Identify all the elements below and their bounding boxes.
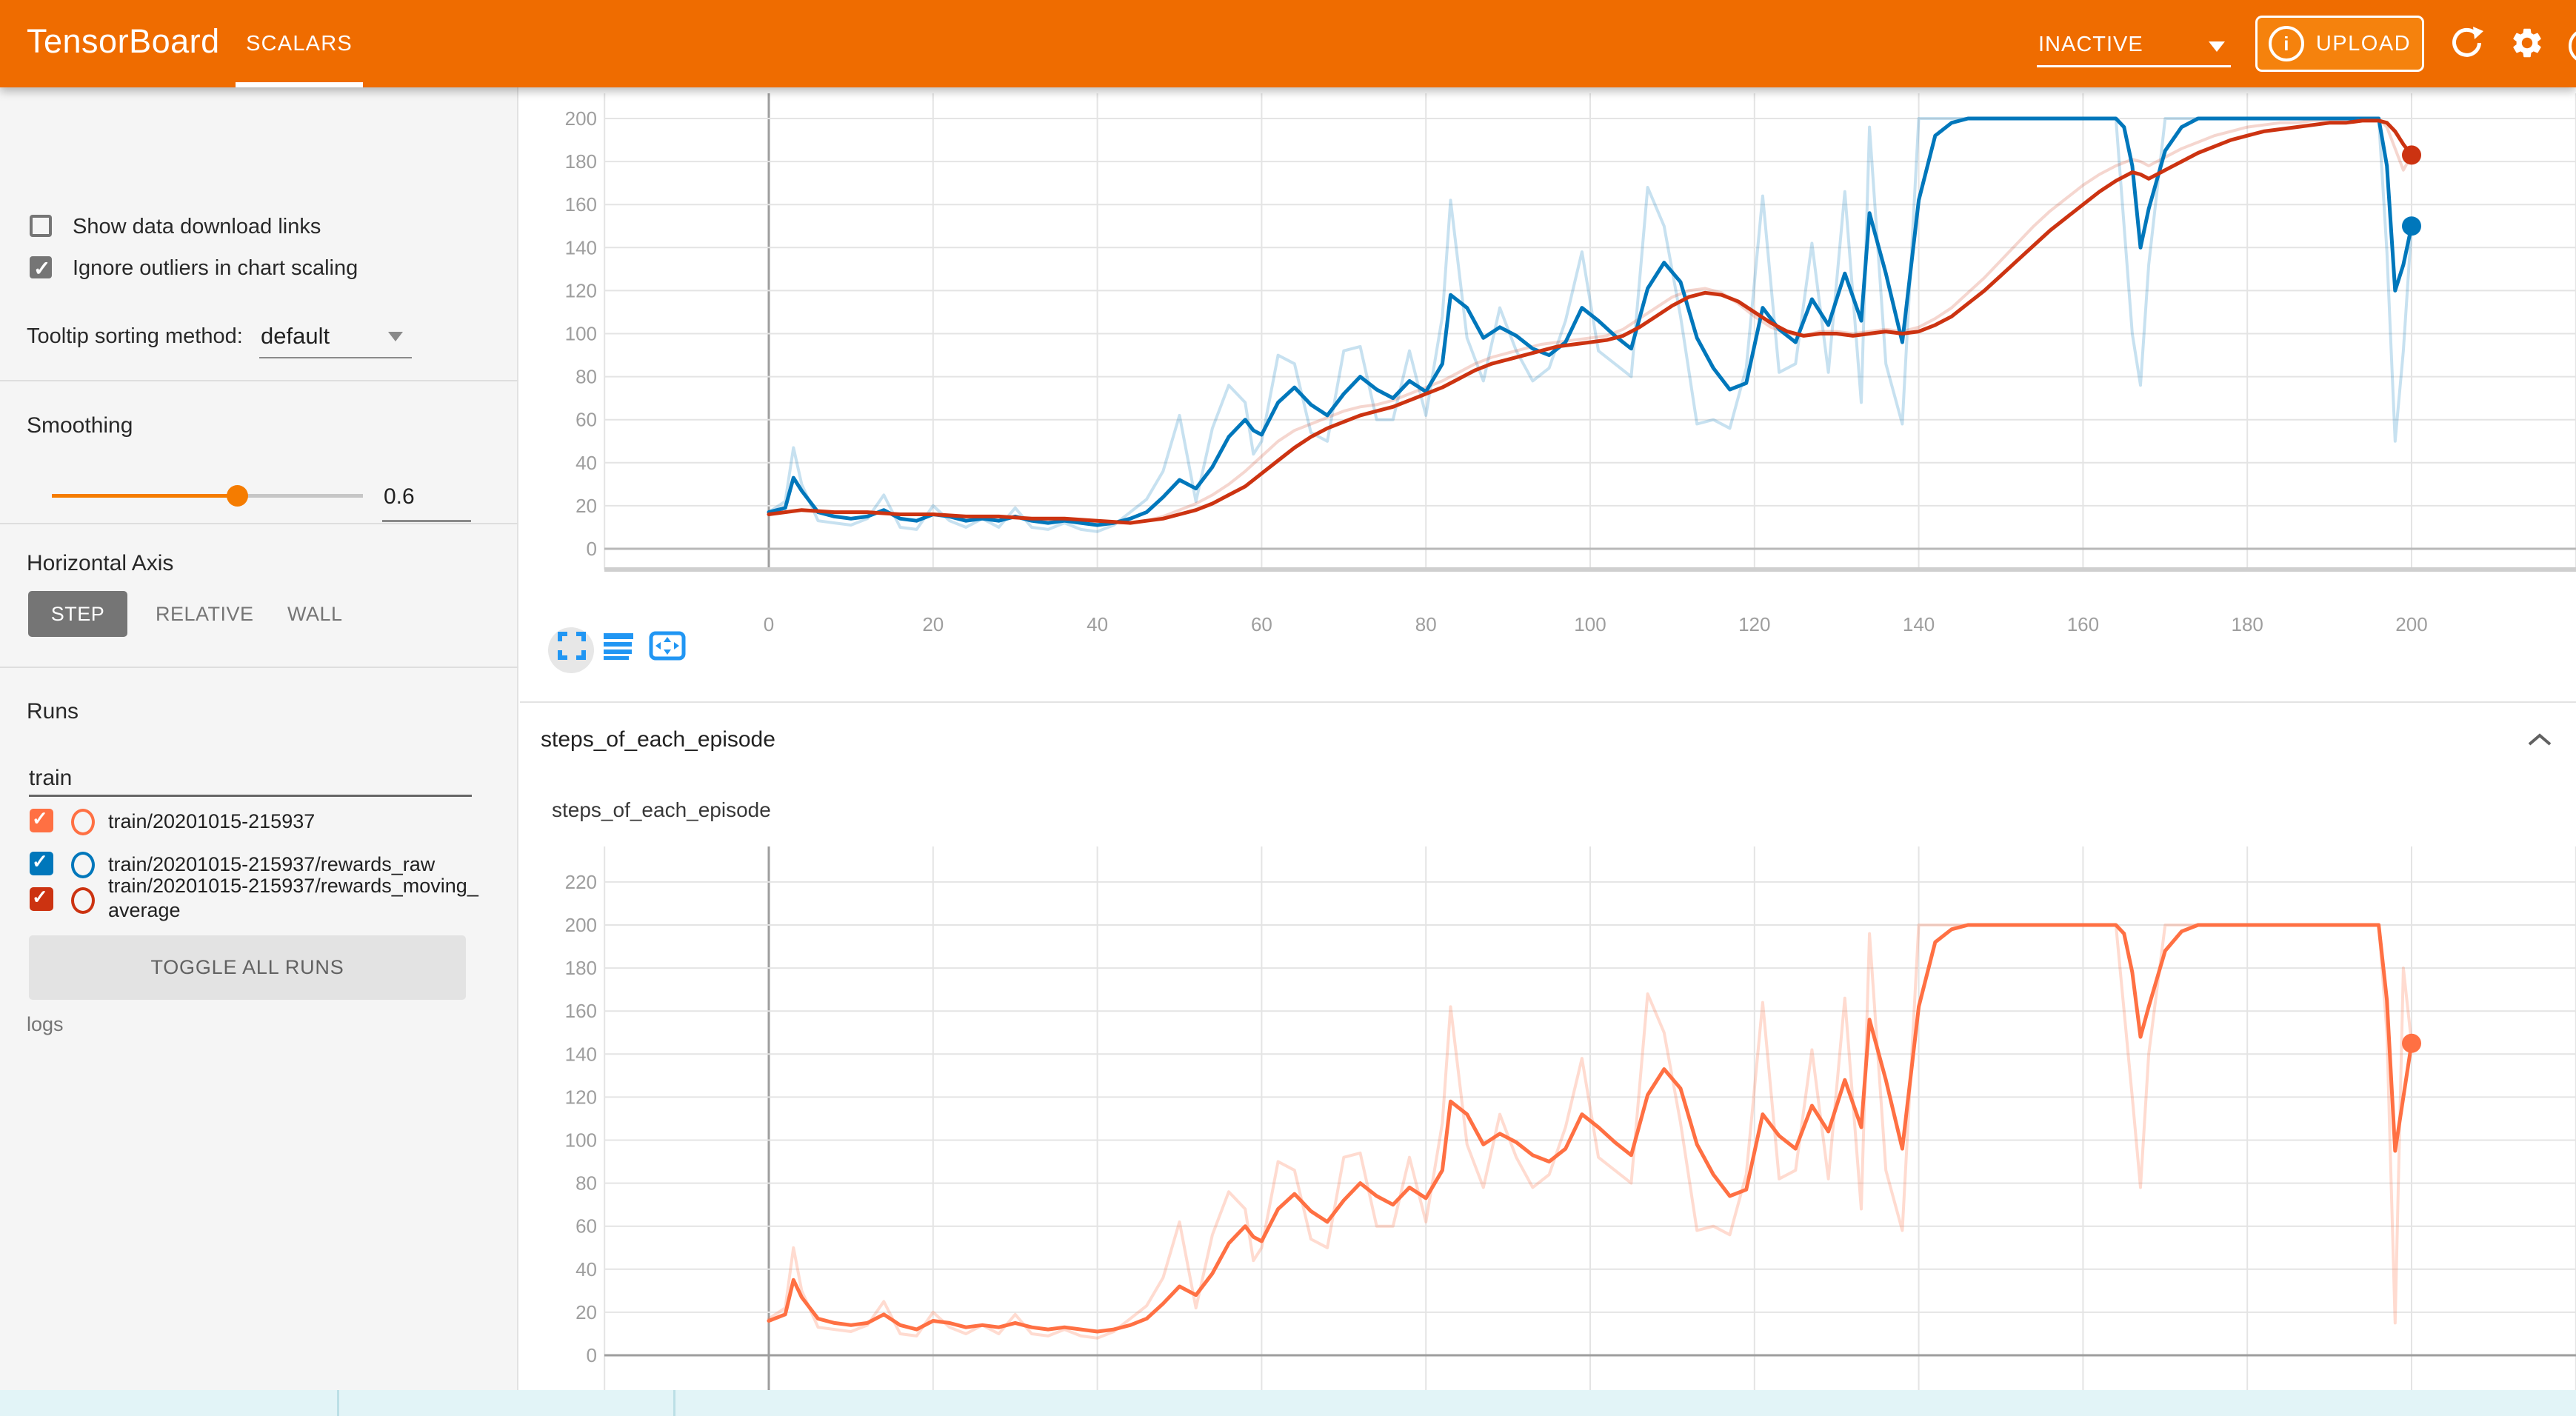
haxis-relative-button[interactable]: RELATIVE <box>156 591 254 637</box>
upload-button[interactable]: i UPLOAD <box>2255 16 2424 72</box>
x-tick-label: 40 <box>1087 613 1108 635</box>
tab-active-underline <box>236 82 363 87</box>
strip-mark <box>673 1390 675 1416</box>
tooltip-sorting-dropdown[interactable]: default <box>261 323 330 350</box>
smoothing-label: Smoothing <box>27 413 133 438</box>
y-tick-label: 180 <box>565 150 597 173</box>
x-tick-label: 160 <box>2067 613 2099 635</box>
run-color-circle[interactable] <box>71 809 95 835</box>
chevron-up-icon[interactable] <box>2527 733 2552 747</box>
status-dropdown-underline <box>2037 65 2231 67</box>
x-tick-label: 20 <box>922 613 944 635</box>
smoothing-slider-thumb[interactable] <box>227 485 248 507</box>
divider <box>0 523 518 524</box>
steps-of-each-episode-chart[interactable] <box>604 846 2576 1390</box>
y-tick-label: 140 <box>565 236 597 258</box>
runs-filter-input[interactable]: train <box>29 766 72 791</box>
info-icon: i <box>2269 26 2304 61</box>
haxis-wall-button[interactable]: WALL <box>287 591 343 637</box>
y-tick-label: 160 <box>565 193 597 216</box>
y-tick-label: 160 <box>565 1000 597 1022</box>
upload-button-label: UPLOAD <box>2316 32 2411 56</box>
toggle-all-runs-button[interactable]: TOGGLE ALL RUNS <box>29 935 466 1000</box>
rewards-chart[interactable] <box>604 93 2576 570</box>
app-title: TensorBoard <box>27 22 220 61</box>
runs-heading: Runs <box>27 699 79 724</box>
chevron-down-icon[interactable] <box>388 332 403 341</box>
y-tick-label: 0 <box>587 538 597 560</box>
expand-chart-icon[interactable] <box>557 631 587 661</box>
y-tick-label: 200 <box>565 914 597 936</box>
x-tick-label: 0 <box>764 613 774 635</box>
divider <box>520 701 2576 703</box>
strip-mark <box>337 1390 339 1416</box>
y-tick-label: 40 <box>575 1258 597 1280</box>
x-tick-label: 60 <box>1251 613 1272 635</box>
show-download-links-checkbox[interactable] <box>30 215 52 237</box>
logdir-label: logs <box>27 1013 64 1036</box>
tooltip-dropdown-underline <box>259 357 412 358</box>
x-tick-label: 120 <box>1738 613 1770 635</box>
divider <box>0 380 518 381</box>
y-tick-label: 220 <box>565 871 597 893</box>
series-end-marker[interactable] <box>2402 216 2421 236</box>
y-tick-label: 180 <box>565 957 597 979</box>
run-checkbox-rewards-moving-average[interactable] <box>30 887 53 911</box>
run-checkbox-rewards-raw[interactable] <box>30 852 53 875</box>
app-header: TensorBoard SCALARS INACTIVE i UPLOAD <box>0 0 2576 87</box>
y-tick-label: 200 <box>565 107 597 130</box>
tooltip-sorting-label: Tooltip sorting method: <box>27 324 243 349</box>
y-tick-label: 40 <box>575 452 597 474</box>
status-dropdown[interactable]: INACTIVE <box>2038 33 2143 57</box>
y-tick-label: 80 <box>575 1172 597 1195</box>
bottom-strip <box>0 1390 2576 1416</box>
run-label: train/20201015-215937 <box>108 809 315 834</box>
y-tick-label: 140 <box>565 1043 597 1065</box>
fit-domain-to-data-icon[interactable] <box>649 631 686 661</box>
ignore-outliers-checkbox[interactable] <box>30 256 52 278</box>
y-tick-label: 60 <box>575 1215 597 1238</box>
chevron-down-icon[interactable] <box>2209 41 2225 52</box>
runs-list-icon[interactable] <box>603 631 634 661</box>
x-tick-label: 100 <box>1574 613 1606 635</box>
smoothing-slider-fill <box>52 494 237 498</box>
tab-scalars[interactable]: SCALARS <box>236 0 363 87</box>
horizontal-axis-label: Horizontal Axis <box>27 551 173 576</box>
y-tick-label: 120 <box>565 1086 597 1108</box>
series-end-marker[interactable] <box>2402 1034 2421 1053</box>
y-tick-label: 120 <box>565 279 597 301</box>
run-color-circle[interactable] <box>71 887 95 914</box>
x-tick-label: 200 <box>2395 613 2427 635</box>
show-download-links-label: Show data download links <box>73 215 321 239</box>
smoothing-value-input[interactable]: 0.6 <box>384 484 415 510</box>
y-tick-label: 0 <box>587 1344 597 1366</box>
y-tick-label: 20 <box>575 1301 597 1323</box>
y-tick-label: 100 <box>565 323 597 345</box>
y-tick-label: 20 <box>575 495 597 517</box>
smoothing-input-underline <box>382 520 471 522</box>
x-tick-label: 140 <box>1903 613 1935 635</box>
chart-card-title: steps_of_each_episode <box>552 798 771 822</box>
y-tick-label: 60 <box>575 409 597 431</box>
divider <box>0 667 518 668</box>
help-icon[interactable] <box>2569 28 2576 64</box>
run-label: train/20201015-215937/rewards_moving_ave… <box>108 874 478 923</box>
refresh-icon[interactable] <box>2449 25 2484 61</box>
ignore-outliers-label: Ignore outliers in chart scaling <box>73 256 358 281</box>
x-tick-label: 180 <box>2232 613 2263 635</box>
section-title[interactable]: steps_of_each_episode <box>541 727 775 752</box>
runs-filter-underline <box>29 795 472 797</box>
haxis-step-button[interactable]: STEP <box>28 591 127 637</box>
y-tick-label: 80 <box>575 366 597 388</box>
run-color-circle[interactable] <box>71 852 95 878</box>
sidebar: Show data download links Ignore outliers… <box>0 87 518 1416</box>
x-tick-label: 80 <box>1415 613 1437 635</box>
y-tick-label: 100 <box>565 1129 597 1152</box>
series-end-marker[interactable] <box>2402 145 2421 164</box>
gear-icon[interactable] <box>2509 25 2545 61</box>
run-checkbox-train[interactable] <box>30 809 53 832</box>
tensorboard-app: 0204060801001201401601802000204060801001… <box>0 0 2576 1416</box>
